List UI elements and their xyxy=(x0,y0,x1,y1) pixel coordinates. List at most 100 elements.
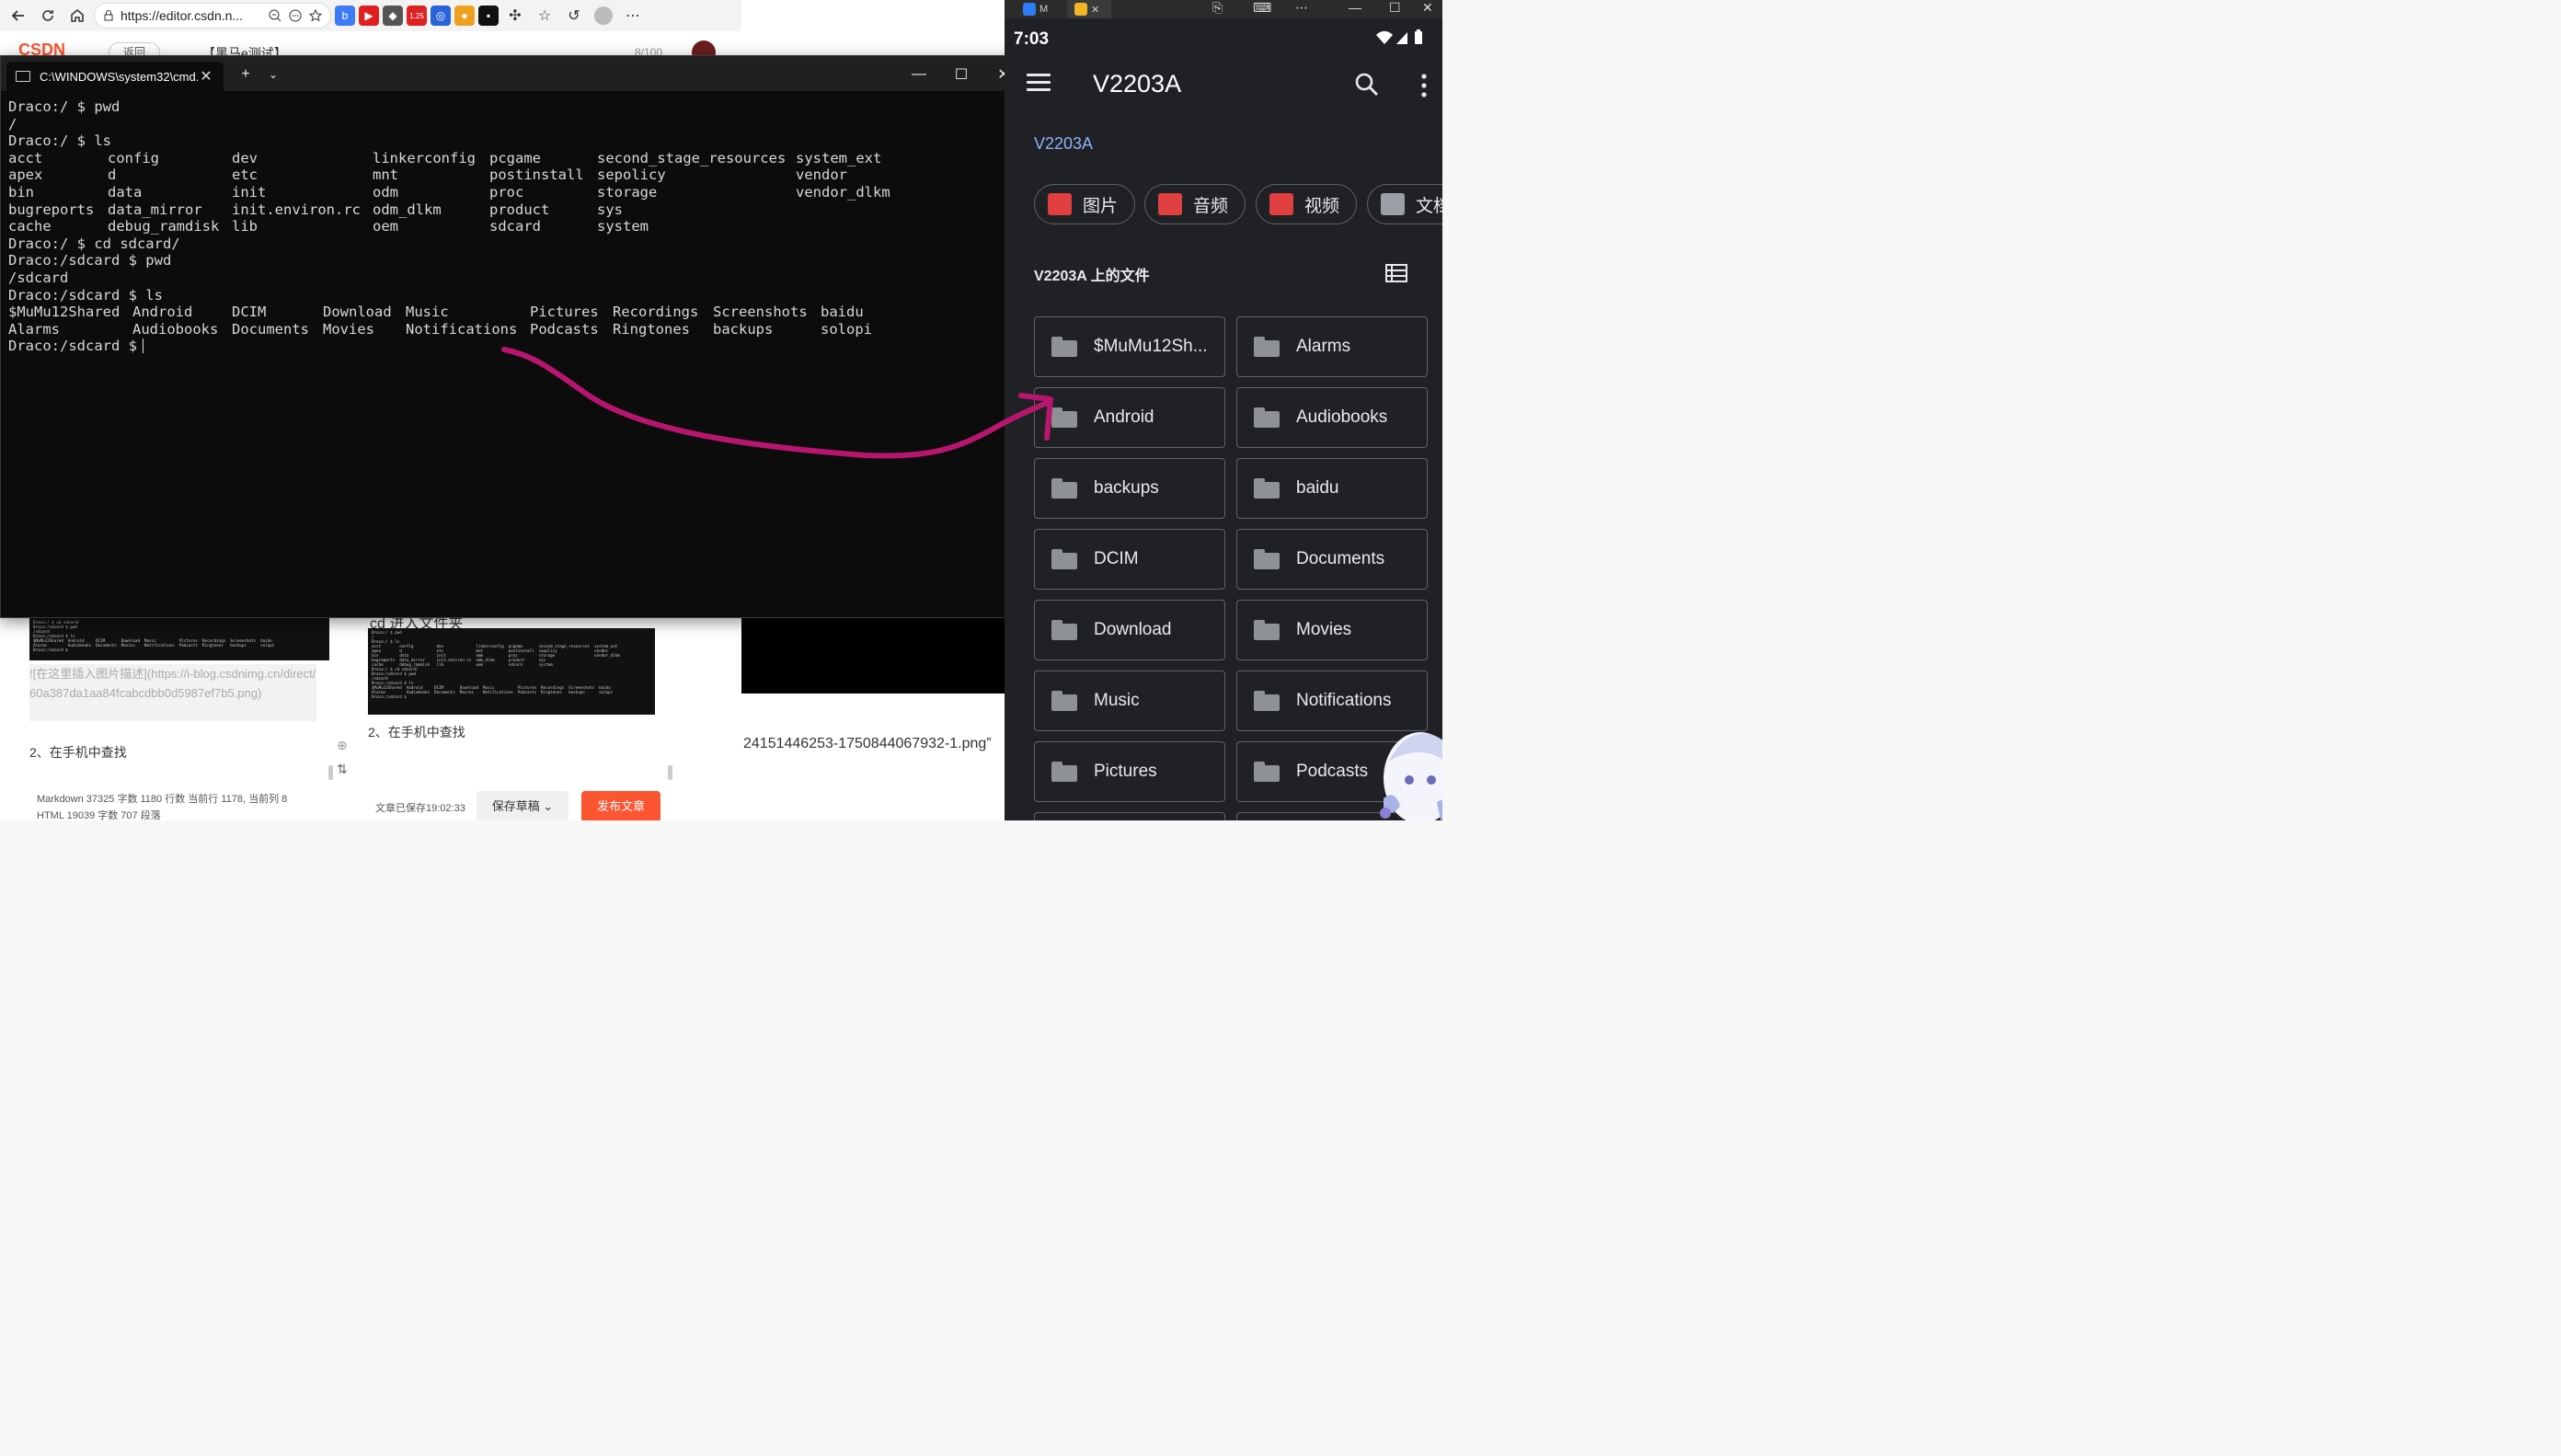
back-arrow-icon[interactable] xyxy=(6,3,31,29)
terminal-window[interactable]: C:\WINDOWS\system32\cmd.e ✕ + ⌄ — ☐ ✕ Dr… xyxy=(0,55,1025,618)
crosshair-icon[interactable]: ⊕ xyxy=(337,738,351,752)
files-app-bar: V2203A xyxy=(1005,61,1442,112)
folder-item[interactable]: Android xyxy=(1034,387,1225,448)
screen-rotate-icon[interactable]: ⎘ xyxy=(1212,0,1223,18)
terminal-text: linkerconfig xyxy=(373,149,476,166)
folder-name: backups xyxy=(1094,478,1159,498)
folder-icon xyxy=(1051,337,1077,357)
terminal-text: vendor_dlkm xyxy=(796,183,890,201)
search-icon[interactable] xyxy=(1354,72,1380,97)
html-stats: HTML 19039 字数 707 段落 xyxy=(37,810,161,820)
keyboard-icon[interactable]: ⌨ xyxy=(1253,0,1271,18)
editor-scrollbar[interactable] xyxy=(328,765,333,780)
extension-bilibili-icon[interactable]: b xyxy=(335,6,355,26)
profile-avatar-icon[interactable] xyxy=(591,3,616,29)
chevron-down-icon[interactable]: ⌄ xyxy=(260,62,286,87)
overflow-menu-icon[interactable] xyxy=(1420,74,1428,97)
folder-item[interactable]: Movies xyxy=(1236,600,1428,660)
emulator-tab-label: M xyxy=(1039,4,1049,15)
browser-menu-icon[interactable]: ⋯ xyxy=(620,3,646,29)
chip-video[interactable]: 视频 xyxy=(1256,184,1358,224)
extension-dark-icon[interactable]: ▪ xyxy=(478,6,499,26)
folder-icon xyxy=(1254,478,1280,499)
folder-icon xyxy=(1051,407,1077,428)
favorites-icon[interactable]: ☆ xyxy=(532,3,557,29)
close-tab-icon[interactable]: ✕ xyxy=(198,67,214,86)
new-tab-plus-icon[interactable]: + xyxy=(233,62,258,87)
folder-item[interactable]: $MuMu12Sh... xyxy=(1034,316,1225,377)
folder-item-partial[interactable] xyxy=(1034,812,1225,820)
folder-item[interactable]: Alarms xyxy=(1236,316,1428,377)
close-tab-icon[interactable]: ✕ xyxy=(1091,4,1099,16)
chip-document[interactable]: 文档 xyxy=(1367,184,1442,224)
terminal-text: solopi xyxy=(821,320,872,338)
files-tab[interactable]: ✕ xyxy=(1067,0,1111,18)
preview-section-heading: 2、在手机中查找 xyxy=(368,725,465,739)
chevron-down-icon: ⌄ xyxy=(543,799,554,813)
terminal-text: Podcasts xyxy=(530,320,599,338)
history-icon[interactable]: ↺ xyxy=(561,3,587,29)
emulator-tab[interactable]: M xyxy=(1023,0,1048,18)
folder-name: Pictures xyxy=(1094,762,1157,781)
extension-badge-icon[interactable]: 1.25 xyxy=(407,6,427,26)
minimize-icon[interactable]: — xyxy=(906,62,932,87)
terminal-tab[interactable]: C:\WINDOWS\system32\cmd.e ✕ xyxy=(6,62,224,91)
terminal-text: mnt xyxy=(373,166,398,184)
address-bar[interactable]: https://editor.csdn.n... xyxy=(94,3,331,29)
terminal-text: Draco:/sdcard $ ls xyxy=(8,286,163,304)
extension-copilot-icon[interactable]: ◎ xyxy=(431,6,451,26)
folder-name: Podcasts xyxy=(1296,762,1369,781)
terminal-text: sdcard xyxy=(489,218,541,235)
folder-item[interactable]: DCIM xyxy=(1034,529,1225,590)
chip-headphones[interactable]: 音频 xyxy=(1144,184,1246,224)
breadcrumb[interactable]: V2203A xyxy=(1034,134,1093,154)
folder-name: Music xyxy=(1094,691,1140,710)
terminal-text: product xyxy=(489,201,550,218)
folder-item[interactable]: Documents xyxy=(1236,529,1428,590)
save-draft-button[interactable]: 保存草稿 ⌄ xyxy=(477,791,568,820)
document-icon xyxy=(1381,193,1405,215)
publish-button[interactable]: 发布文章 xyxy=(581,791,660,820)
folder-item[interactable]: backups xyxy=(1034,458,1225,519)
terminal-titlebar[interactable]: C:\WINDOWS\system32\cmd.e ✕ + ⌄ — ☐ ✕ xyxy=(1,56,1024,91)
reader-icon[interactable] xyxy=(288,8,303,23)
hamburger-menu-icon[interactable] xyxy=(1027,74,1051,94)
more-options-icon[interactable]: ⋯ xyxy=(1295,0,1308,18)
chip-image[interactable]: 图片 xyxy=(1034,184,1136,224)
list-view-icon[interactable] xyxy=(1385,264,1407,282)
chip-label: 视频 xyxy=(1304,196,1340,216)
markdown-editor-pane[interactable]: Draco:/ $ cd sdcard/ Draco:/sdcard $ pwd… xyxy=(17,618,333,780)
folder-item[interactable]: Download xyxy=(1034,600,1225,660)
extension-colorful-icon[interactable]: ● xyxy=(454,6,475,26)
chip-label: 音频 xyxy=(1193,196,1229,216)
folder-icon xyxy=(1051,549,1077,569)
terminal-text: etc xyxy=(232,166,258,184)
folder-item[interactable]: Notifications xyxy=(1236,671,1428,731)
desktop: https://editor.csdn.n... b ▶ ◆ 1.25 ◎ ● … xyxy=(0,0,1442,820)
folder-item[interactable]: Audiobooks xyxy=(1236,387,1428,448)
folder-item[interactable]: Music xyxy=(1034,671,1225,731)
folder-item[interactable]: Pictures xyxy=(1034,741,1225,802)
folder-item[interactable]: baidu xyxy=(1236,458,1428,519)
preview-scrollbar[interactable] xyxy=(668,765,672,780)
chip-label: 文档 xyxy=(1416,196,1442,216)
extension-youtube-icon[interactable]: ▶ xyxy=(359,6,379,26)
terminal-text: Music xyxy=(406,304,449,321)
lock-icon xyxy=(104,10,113,21)
terminal-text: postinstall xyxy=(489,166,584,184)
terminal-output[interactable]: Draco:/ $ pwd / Draco:/ $ ls acct config dev l… xyxy=(8,98,1011,610)
zoom-icon[interactable] xyxy=(268,8,282,23)
favorite-star-icon[interactable] xyxy=(308,8,323,23)
maximize-icon[interactable]: ☐ xyxy=(1389,0,1401,18)
chip-label: 图片 xyxy=(1083,196,1119,216)
home-icon[interactable] xyxy=(64,3,90,29)
refresh-icon[interactable] xyxy=(35,3,61,29)
minimize-icon[interactable]: — xyxy=(1349,0,1361,18)
extensions-puzzle-icon[interactable]: ✣ xyxy=(502,3,528,29)
maximize-icon[interactable]: ☐ xyxy=(948,62,974,87)
terminal-text: odm_dlkm xyxy=(373,201,442,218)
terminal-text: proc xyxy=(489,183,524,201)
extension-shield-icon[interactable]: ◆ xyxy=(383,6,403,26)
sync-scroll-icon[interactable]: ⇅ xyxy=(337,762,351,776)
close-window-icon[interactable]: ✕ xyxy=(1422,0,1433,18)
